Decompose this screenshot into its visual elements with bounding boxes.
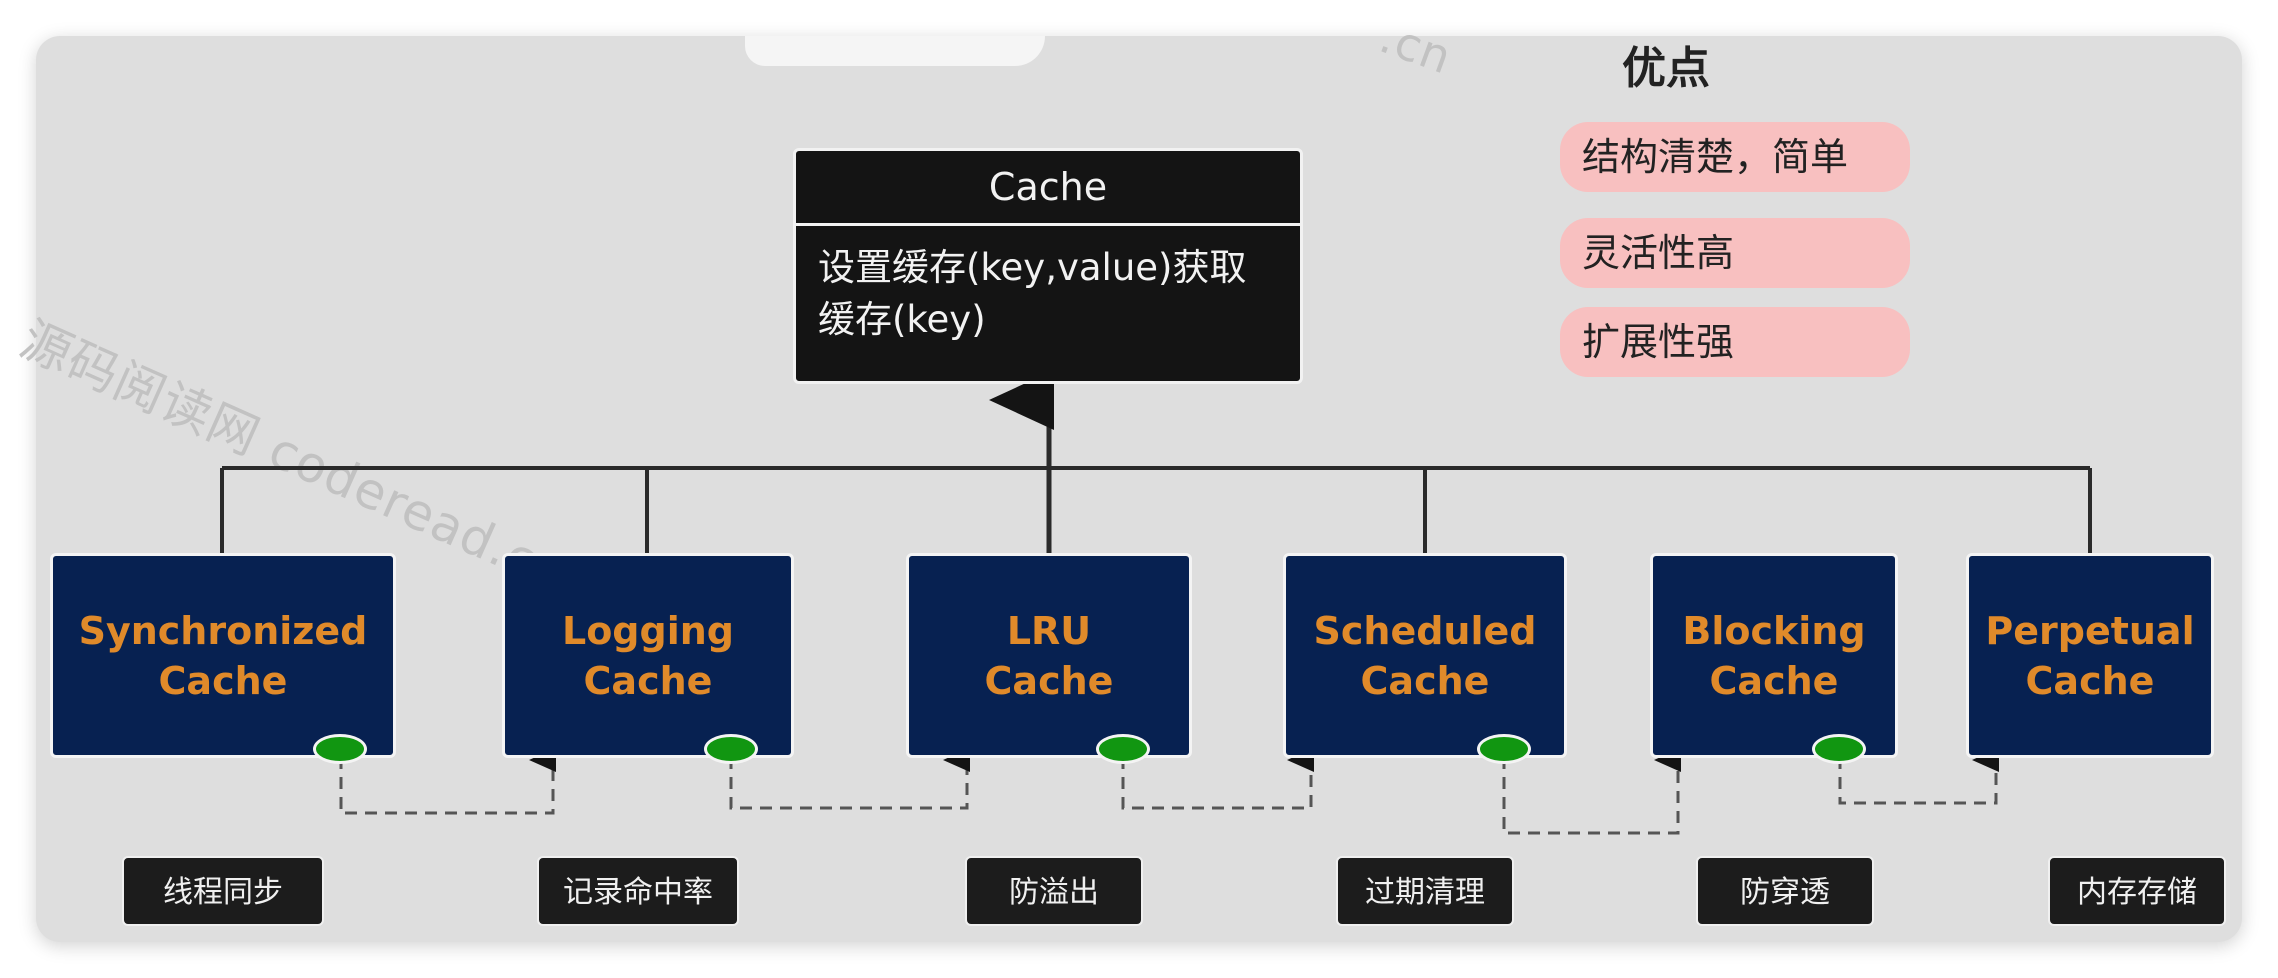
- impl-name-line: Cache: [984, 658, 1114, 703]
- cache-interface-title: Cache: [796, 151, 1300, 226]
- impl-name-line: Cache: [1360, 658, 1490, 703]
- delegation-logging-lru: [729, 748, 970, 810]
- delegate-connector-dot: [704, 734, 758, 764]
- impl-box-perpetual: Perpetual Cache: [1966, 553, 2214, 758]
- impl-box-blocking: Blocking Cache: [1650, 553, 1898, 758]
- feature-label-scheduled: 过期清理: [1336, 856, 1514, 926]
- impl-name-line: LRU: [1006, 608, 1092, 653]
- advantage-item: 结构清楚，简单: [1560, 122, 1910, 192]
- advantage-item: 灵活性高: [1560, 218, 1910, 288]
- feature-label-synchronized: 线程同步: [122, 856, 324, 926]
- cache-method-line: 缓存(key): [818, 298, 986, 341]
- impl-box-synchronized: Synchronized Cache: [50, 553, 396, 758]
- advantage-item: 扩展性强: [1560, 307, 1910, 377]
- impl-box-lru: LRU Cache: [906, 553, 1192, 758]
- delegate-connector-dot: [313, 734, 367, 764]
- impl-name-line: Cache: [583, 658, 713, 703]
- feature-label-perpetual: 内存存储: [2048, 856, 2226, 926]
- cache-method-line: 设置缓存(key,value)获取: [818, 246, 1247, 289]
- delegation-scheduled-blocking: [1502, 748, 1681, 835]
- impl-name-line: Cache: [158, 658, 288, 703]
- delegate-connector-dot: [1812, 734, 1866, 764]
- delegate-connector-dot: [1477, 734, 1531, 764]
- advantages-title: 优点: [1622, 43, 1710, 94]
- impl-name-line: Logging: [561, 608, 734, 653]
- connector-lines: [220, 370, 2092, 835]
- delegation-blocking-perpetual: [1838, 748, 1999, 805]
- impl-box-logging: Logging Cache: [502, 553, 794, 758]
- impl-name-line: Synchronized: [78, 608, 368, 653]
- impl-name-line: Perpetual: [1985, 608, 2195, 653]
- delegate-connector-dot: [1096, 734, 1150, 764]
- cache-interface-methods: 设置缓存(key,value)获取 缓存(key): [796, 226, 1300, 362]
- delegation-sync-logging: [339, 748, 556, 815]
- feature-label-blocking: 防穿透: [1696, 856, 1874, 926]
- impl-name-line: Cache: [1709, 658, 1839, 703]
- impl-box-scheduled: Scheduled Cache: [1283, 553, 1567, 758]
- cache-interface-box: Cache 设置缓存(key,value)获取 缓存(key): [793, 148, 1303, 384]
- delegation-lru-scheduled: [1121, 748, 1314, 810]
- impl-name-line: Blocking: [1682, 608, 1866, 653]
- impl-name-line: Scheduled: [1313, 608, 1537, 653]
- feature-label-lru: 防溢出: [965, 856, 1143, 926]
- impl-name-line: Cache: [2025, 658, 2155, 703]
- feature-label-logging: 记录命中率: [537, 856, 739, 926]
